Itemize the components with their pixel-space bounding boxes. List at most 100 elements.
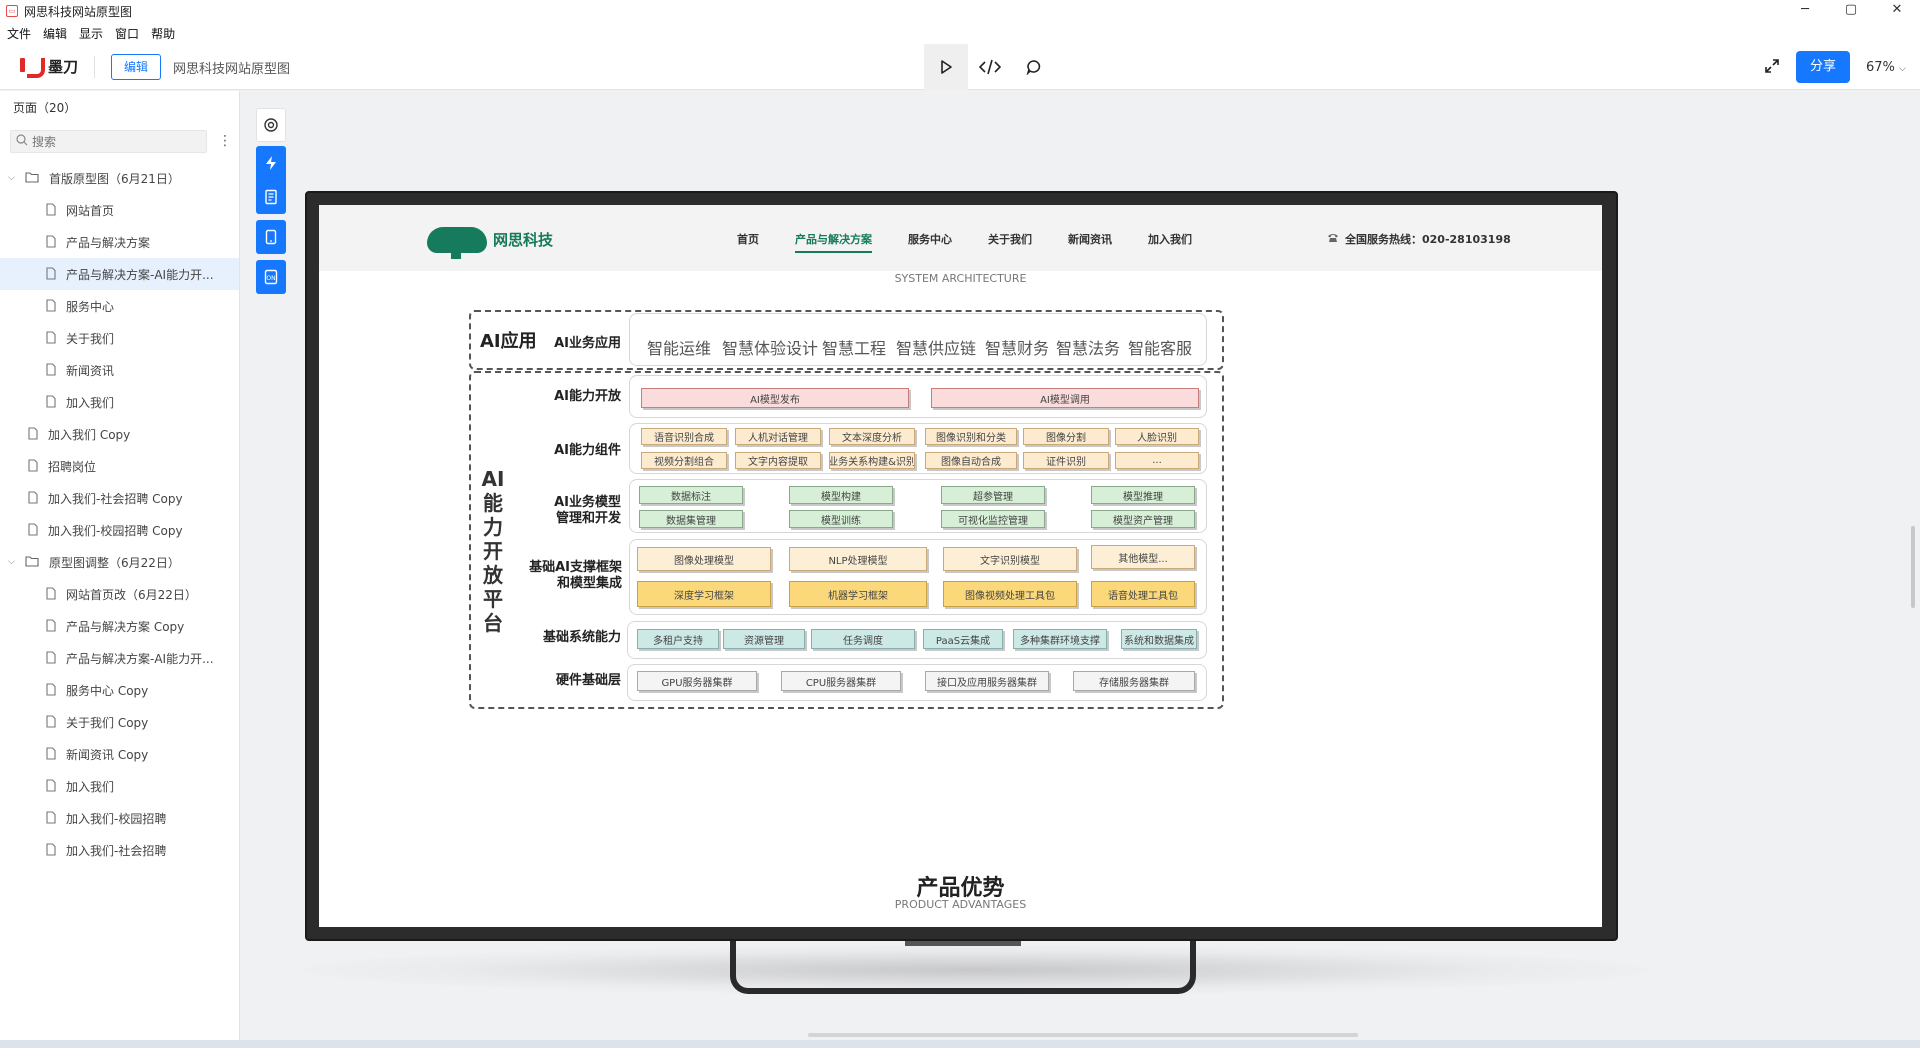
app-logo-icon: ▭	[6, 5, 18, 17]
tree-page[interactable]: 加入我们	[0, 770, 239, 802]
prototype-screen[interactable]: 网思科技 首页 产品与解决方案 服务中心 关于我们 新闻资讯 加入我们 全国服务…	[319, 205, 1602, 927]
ai-business-app-label: AI业务应用	[554, 336, 621, 351]
horizontal-scrollbar[interactable]	[808, 1033, 1358, 1037]
tree-page[interactable]: 产品与解决方案-AI能力开...	[0, 258, 239, 290]
minimize-icon[interactable]: ─	[1782, 0, 1828, 22]
page-icon	[46, 651, 58, 665]
platform-char: 力	[483, 515, 503, 539]
arch-box: 机器学习框架	[789, 581, 927, 607]
arch-box: 资源管理	[723, 629, 805, 649]
tree-page[interactable]: 加入我们-社会招聘	[0, 834, 239, 866]
divider	[94, 56, 95, 78]
tree-page[interactable]: 招聘岗位	[0, 450, 239, 482]
chevron-down-icon[interactable]: ⌵	[8, 557, 18, 567]
mushroom-logo-icon	[427, 219, 489, 259]
platform-char: 台	[483, 611, 503, 635]
tree-page[interactable]: 加入我们-校园招聘 Copy	[0, 514, 239, 546]
pages-sidebar: 页面（20） ⋮ ⌵ 首版原型图（6月21日） 网站首页产品与解决方案产品与解决方案…	[0, 91, 240, 1048]
menu-edit[interactable]: 编辑	[43, 22, 73, 44]
device-icon[interactable]	[256, 220, 286, 254]
fullscreen-icon[interactable]	[1764, 58, 1780, 77]
app-item: 智慧工程	[822, 339, 887, 358]
tree-page[interactable]: 加入我们-校园招聘	[0, 802, 239, 834]
target-icon[interactable]	[256, 108, 286, 142]
arch-box: AI模型调用	[931, 388, 1199, 408]
toggle-on-icon[interactable]: ON	[256, 260, 286, 294]
page-icon	[46, 235, 58, 249]
ai-app-label: AI应用	[480, 331, 537, 352]
site-menu-home[interactable]: 首页	[737, 231, 759, 253]
lightning-icon[interactable]	[256, 146, 286, 180]
share-button[interactable]: 分享	[1796, 51, 1850, 83]
site-menu-service[interactable]: 服务中心	[908, 231, 952, 253]
platform-char: 放	[483, 563, 503, 587]
page-icon	[46, 363, 58, 377]
tree-page[interactable]: 加入我们 Copy	[0, 418, 239, 450]
tree-folder[interactable]: ⌵ 首版原型图（6月21日）	[0, 162, 239, 194]
modao-logo-icon	[18, 55, 46, 78]
chevron-down-icon: ⌵	[1899, 63, 1906, 74]
site-menu-products[interactable]: 产品与解决方案	[795, 231, 872, 253]
page-icon	[46, 619, 58, 633]
site-hotline: 全国服务热线：020-28103198	[1327, 231, 1511, 247]
app-item: 智能运维	[647, 339, 712, 358]
app-item: 智慧供应链	[896, 339, 977, 358]
arch-box: 证件识别	[1023, 452, 1109, 469]
advantages-subtitle: PRODUCT ADVANTAGES	[894, 898, 1027, 911]
close-icon[interactable]: ✕	[1874, 0, 1920, 22]
more-options-icon[interactable]: ⋮	[218, 133, 232, 149]
maximize-icon[interactable]: ▢	[1828, 0, 1874, 22]
page-tree: ⌵ 首版原型图（6月21日） 网站首页 产品与解决方案 产品与解决方案-AI能力开...…	[0, 162, 239, 866]
arch-box: 深度学习框架	[637, 581, 771, 607]
arch-box: 数据标注	[639, 486, 743, 504]
tree-item-label: 加入我们	[66, 395, 115, 410]
menu-view[interactable]: 显示	[79, 22, 109, 44]
tree-item-label: 加入我们-校园招聘	[66, 811, 167, 826]
page-icon	[46, 331, 58, 345]
code-icon[interactable]	[968, 44, 1012, 90]
arch-box: 图像视频处理工具包	[943, 581, 1077, 607]
row-label-framework: 基础AI支撑框架和模型集成	[529, 560, 622, 591]
site-menu-join[interactable]: 加入我们	[1148, 231, 1192, 253]
page-icon	[46, 203, 58, 217]
app-item: 智慧法务	[1056, 339, 1121, 358]
arch-box: 图像自动合成	[925, 452, 1017, 469]
row-label-components: AI能力组件	[554, 443, 621, 458]
site-menu-news[interactable]: 新闻资讯	[1068, 231, 1112, 253]
vertical-scrollbar[interactable]	[1911, 526, 1915, 608]
brand-logo[interactable]: 墨刀	[18, 55, 78, 78]
search-input[interactable]	[32, 134, 192, 149]
zoom-select[interactable]: 67% ⌵	[1850, 60, 1920, 75]
tree-page[interactable]: 网站首页改（6月22日）	[0, 578, 239, 610]
search-box[interactable]	[10, 130, 207, 153]
tree-folder[interactable]: ⌵ 原型图调整（6月22日）	[0, 546, 239, 578]
tree-page[interactable]: 服务中心 Copy	[0, 674, 239, 706]
arch-box: GPU服务器集群	[637, 671, 757, 691]
chevron-down-icon[interactable]: ⌵	[8, 173, 18, 183]
site-logo[interactable]: 网思科技	[427, 219, 553, 259]
menu-file[interactable]: 文件	[7, 22, 37, 44]
tree-page[interactable]: 产品与解决方案-AI能力开...	[0, 642, 239, 674]
tree-page[interactable]: 新闻资讯	[0, 354, 239, 386]
tree-page[interactable]: 加入我们	[0, 386, 239, 418]
tree-page[interactable]: 产品与解决方案	[0, 226, 239, 258]
comment-icon[interactable]	[1012, 44, 1056, 90]
tree-page[interactable]: 新闻资讯 Copy	[0, 738, 239, 770]
menu-window[interactable]: 窗口	[115, 22, 145, 44]
tree-item-label: 新闻资讯 Copy	[66, 747, 149, 762]
page-icon	[46, 587, 58, 601]
folder-icon	[25, 555, 41, 569]
hotline-text: 全国服务热线：020-28103198	[1345, 233, 1511, 246]
tree-page[interactable]: 网站首页	[0, 194, 239, 226]
site-menu-about[interactable]: 关于我们	[988, 231, 1032, 253]
play-icon[interactable]	[924, 44, 968, 90]
tree-page[interactable]: 关于我们 Copy	[0, 706, 239, 738]
edit-button[interactable]: 编辑	[111, 54, 161, 80]
tree-page[interactable]: 加入我们-社会招聘 Copy	[0, 482, 239, 514]
tree-page[interactable]: 关于我们	[0, 322, 239, 354]
window-titlebar: ▭ 网思科技网站原型图 ─ ▢ ✕	[0, 0, 1920, 22]
notes-icon[interactable]	[256, 180, 286, 214]
tree-page[interactable]: 产品与解决方案 Copy	[0, 610, 239, 642]
tree-page[interactable]: 服务中心	[0, 290, 239, 322]
menu-help[interactable]: 帮助	[151, 22, 181, 44]
